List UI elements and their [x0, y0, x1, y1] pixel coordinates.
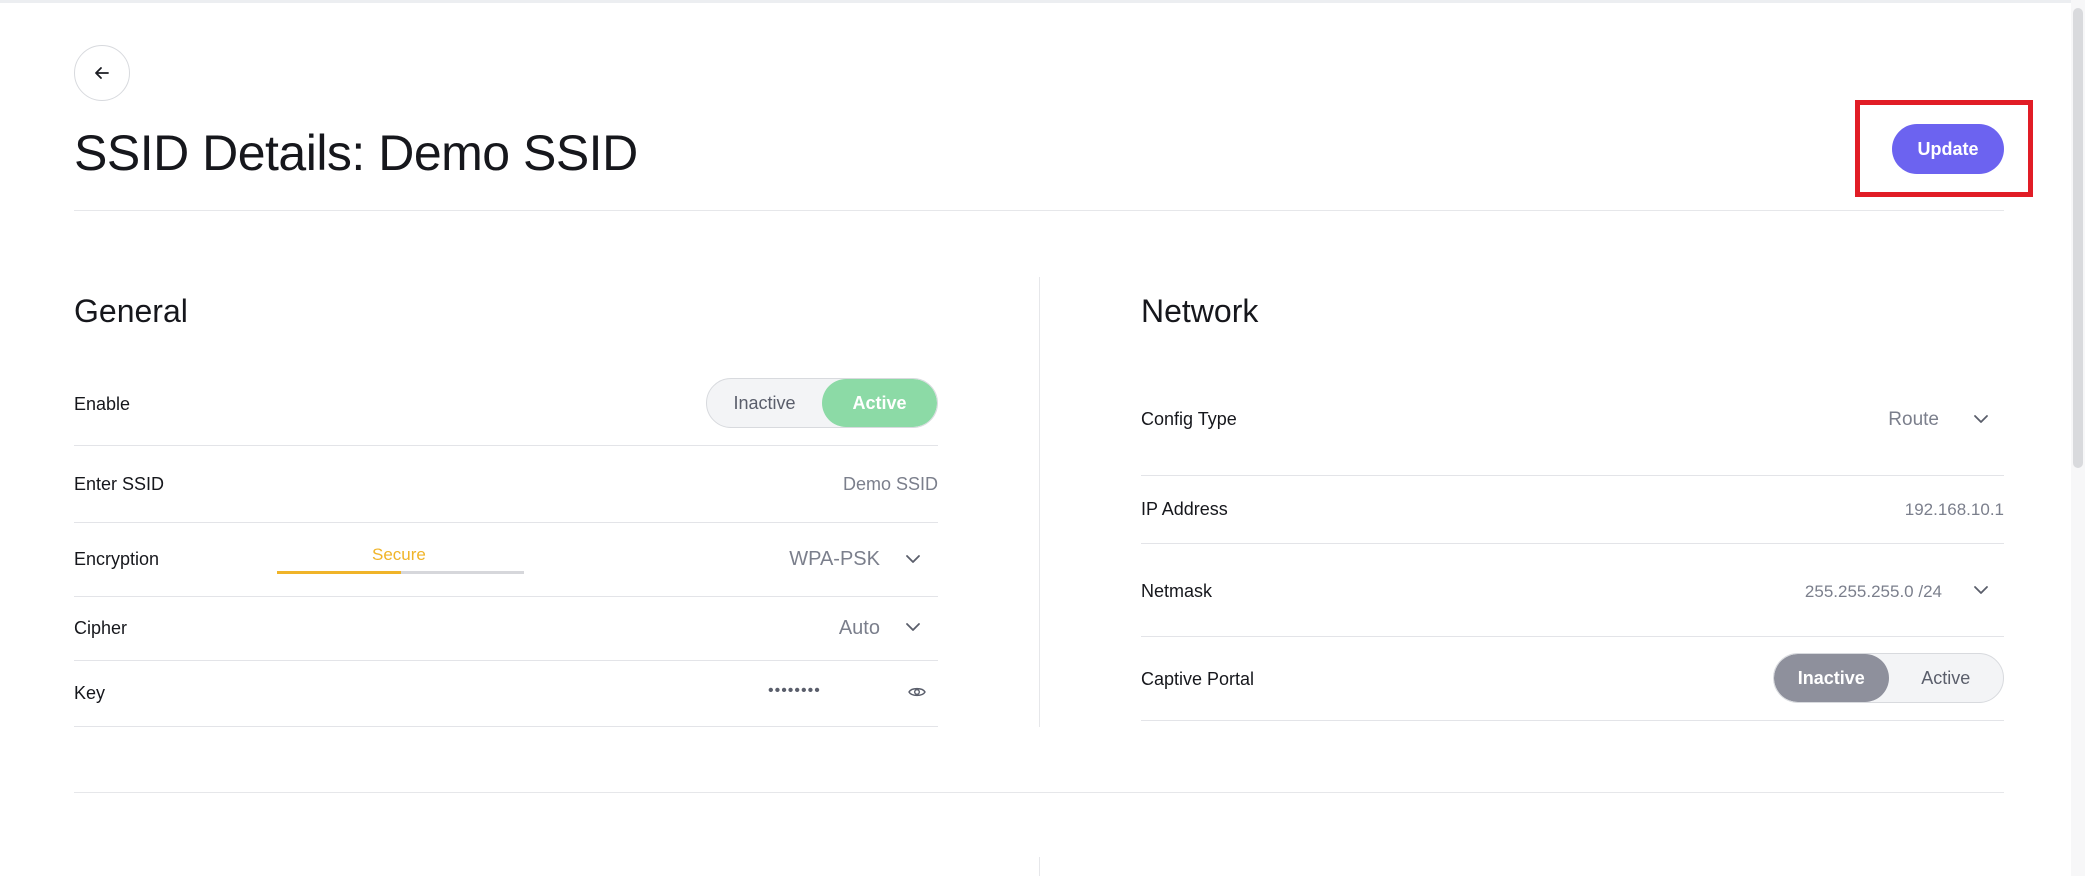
- captive-portal-label: Captive Portal: [1141, 669, 1255, 689]
- ssid-input[interactable]: Demo SSID: [843, 474, 938, 495]
- cipher-row: Cipher Auto: [74, 597, 938, 661]
- encryption-label: Encryption: [74, 549, 160, 569]
- enable-toggle[interactable]: Inactive Active: [706, 378, 938, 428]
- ip-address-label: IP Address: [1141, 499, 1228, 519]
- encryption-strength-bar: [277, 571, 524, 574]
- scrollbar-thumb[interactable]: [2073, 8, 2083, 468]
- column-divider: [1039, 277, 1040, 727]
- captive-portal-option-active[interactable]: Active: [1889, 654, 2004, 702]
- arrow-left-icon: [95, 67, 109, 79]
- cipher-select[interactable]: Auto: [839, 617, 880, 640]
- chevron-down-icon[interactable]: [904, 618, 922, 636]
- section-divider: [74, 792, 2004, 793]
- eye-icon[interactable]: [908, 685, 926, 699]
- encryption-select[interactable]: WPA-PSK: [789, 548, 880, 571]
- general-section-title: General: [74, 293, 188, 329]
- encryption-strength-label: Secure: [372, 545, 426, 564]
- ip-address-input[interactable]: 192.168.10.1: [1905, 500, 2004, 520]
- chevron-down-icon[interactable]: [1972, 581, 1990, 599]
- key-input[interactable]: ••••••••: [768, 682, 821, 700]
- cipher-label: Cipher: [74, 618, 128, 638]
- captive-portal-option-inactive[interactable]: Inactive: [1774, 654, 1889, 702]
- config-type-label: Config Type: [1141, 409, 1237, 429]
- chevron-down-icon[interactable]: [1972, 410, 1990, 428]
- netmask-row: Netmask 255.255.255.0 /24: [1141, 544, 2004, 637]
- encryption-row: Encryption Secure WPA-PSK: [74, 523, 938, 597]
- back-button[interactable]: [74, 45, 130, 101]
- netmask-label: Netmask: [1141, 581, 1213, 601]
- enable-option-active[interactable]: Active: [822, 379, 937, 427]
- key-label: Key: [74, 683, 106, 703]
- captive-portal-row: Captive Portal Inactive Active: [1141, 637, 2004, 721]
- config-type-select[interactable]: Route: [1888, 409, 1939, 431]
- title-divider: [74, 210, 2004, 211]
- top-border: [0, 0, 2085, 3]
- ip-address-row: IP Address 192.168.10.1: [1141, 476, 2004, 544]
- ssid-row: Enter SSID Demo SSID: [74, 446, 938, 523]
- enable-option-inactive[interactable]: Inactive: [707, 379, 822, 427]
- config-type-row: Config Type Route: [1141, 385, 2004, 476]
- enable-label: Enable: [74, 394, 131, 414]
- update-button[interactable]: Update: [1892, 124, 2004, 174]
- netmask-select[interactable]: 255.255.255.0 /24: [1805, 582, 1942, 602]
- scrollbar[interactable]: [2071, 0, 2085, 876]
- key-row: Key ••••••••: [74, 661, 938, 727]
- ssid-label: Enter SSID: [74, 474, 165, 494]
- chevron-down-icon[interactable]: [904, 550, 922, 568]
- page-title: SSID Details: Demo SSID: [74, 125, 638, 181]
- encryption-strength-fill: [277, 571, 401, 574]
- column-divider: [1039, 857, 1040, 876]
- captive-portal-toggle[interactable]: Inactive Active: [1773, 653, 2004, 703]
- enable-row: Enable Inactive Active: [74, 378, 938, 446]
- network-section-title: Network: [1141, 293, 1259, 329]
